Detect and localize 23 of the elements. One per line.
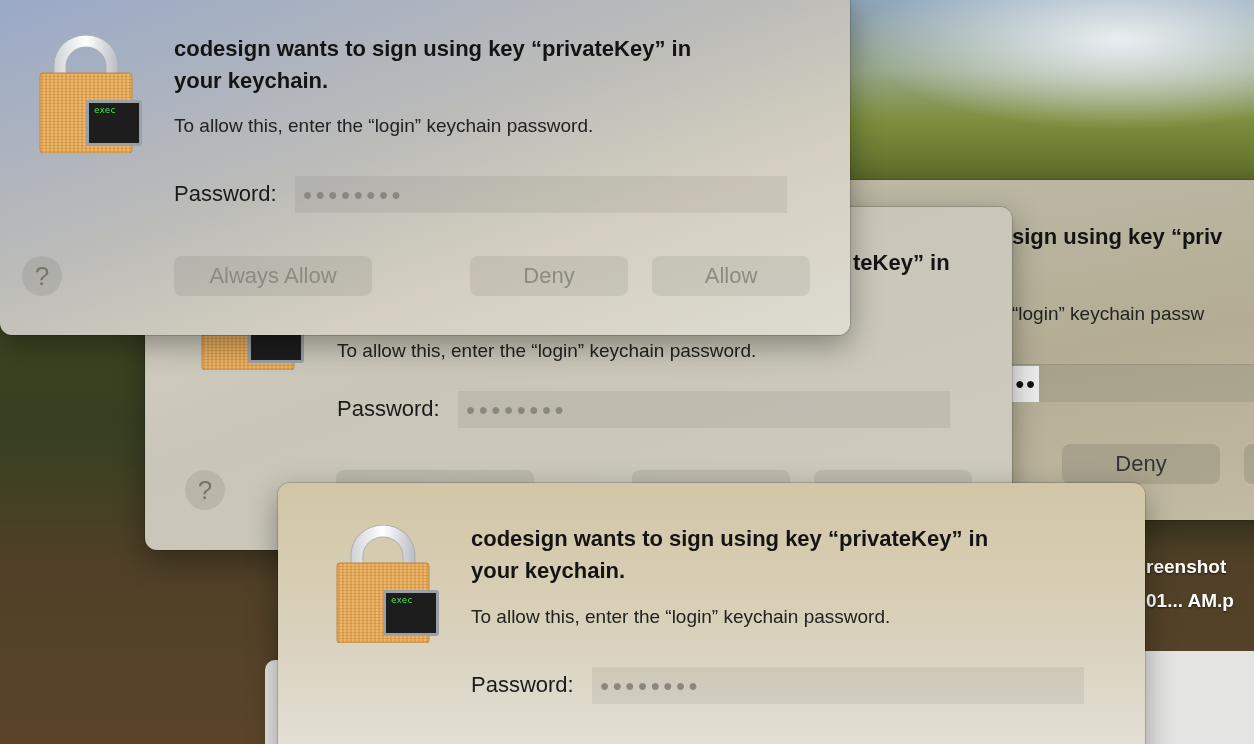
password-label: Password:	[471, 671, 574, 699]
terminal-text: exec	[94, 105, 116, 115]
password-field[interactable]: ●●●●●●●●	[591, 666, 1084, 704]
password-label: Password:	[174, 180, 277, 208]
terminal-text: exec	[391, 595, 413, 605]
help-button[interactable]: ?	[22, 256, 62, 296]
dialog-message: To allow this, enter the “login” keychain password.	[471, 605, 892, 629]
file-label[interactable]: 01... AM.p	[1146, 584, 1234, 618]
password-field[interactable]: ●●●●●●●●	[457, 390, 950, 428]
dialog-title: teKey” in	[853, 249, 950, 277]
dialog-message: “login” keychain passw	[1012, 302, 1205, 326]
password-field[interactable]: ●●●●●●●●	[294, 175, 787, 213]
dialog-button[interactable]: Deny	[1062, 444, 1220, 484]
dialog-message: To allow this, enter the “login” keychain password.	[174, 114, 595, 138]
password-field[interactable]: ●●	[1012, 364, 1254, 402]
dialog-title: sign using key “priv	[1012, 223, 1223, 251]
dialog-title: codesign wants to sign using key “privateKey” in your keychain.	[174, 35, 693, 95]
help-button[interactable]: ?	[185, 470, 225, 510]
password-label: Password:	[337, 395, 440, 423]
dialog-message: To allow this, enter the “login” keychain password.	[337, 339, 757, 363]
file-label[interactable]: reenshot	[1146, 550, 1234, 584]
dialog-title: codesign wants to sign using key “privateKey” in your keychain.	[471, 525, 990, 585]
password-dots: ●●	[1012, 366, 1040, 402]
